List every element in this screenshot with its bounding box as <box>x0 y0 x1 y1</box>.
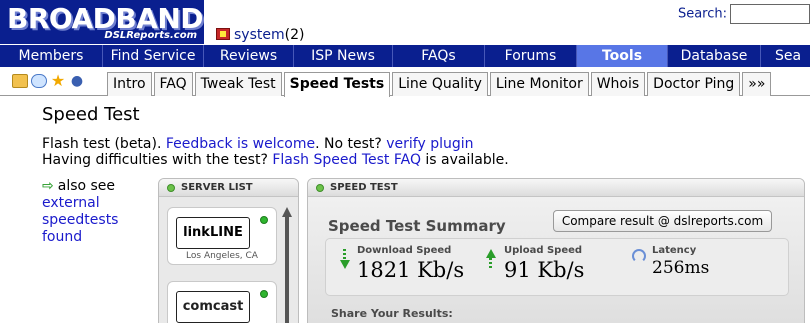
tab-intro[interactable]: Intro <box>107 72 152 96</box>
latency-value: 256ms <box>652 258 710 278</box>
toolbar-icons: ★ ● <box>12 73 85 89</box>
status-dot-icon <box>167 184 175 192</box>
feedback-link[interactable]: Feedback is welcome <box>166 136 315 152</box>
scroll-track[interactable] <box>285 217 289 323</box>
intro-text-d: is available. <box>420 152 509 168</box>
also-see: ⇨ also see external speedtests found <box>42 178 152 246</box>
search-area: Search: <box>678 4 810 24</box>
tab-speed-tests[interactable]: Speed Tests <box>283 72 391 97</box>
scroll-up-icon[interactable] <box>282 207 292 217</box>
share-results-label: Share Your Results: <box>331 307 453 320</box>
intro-text-b: . No test? <box>315 136 387 152</box>
page-title: Speed Test <box>42 104 140 125</box>
upload-metric: Upload Speed 91 Kb/s <box>504 245 584 282</box>
intro-line-1: Flash test (beta). Feedback is welcome. … <box>42 136 509 152</box>
tab-tweak-test[interactable]: Tweak Test <box>194 72 282 96</box>
download-metric: Download Speed 1821 Kb/s <box>357 245 464 282</box>
nav-item-database[interactable]: Database <box>667 45 760 67</box>
tool-tabs: Intro FAQ Tweak Test Speed Tests Line Qu… <box>107 72 773 97</box>
tab-whois[interactable]: Whois <box>590 72 646 96</box>
server-online-icon <box>260 216 268 224</box>
download-value: 1821 Kb/s <box>357 258 465 282</box>
server-list-scrollbar[interactable] <box>282 207 292 323</box>
upload-icon <box>486 249 496 269</box>
user-count: (2) <box>284 27 305 43</box>
speed-test-faq-link[interactable]: Flash Speed Test FAQ <box>272 152 421 168</box>
nav-item-tools[interactable]: Tools <box>576 45 667 67</box>
server-logo: comcast <box>176 291 250 323</box>
sub-nav: ★ ● Intro FAQ Tweak Test Speed Tests Lin… <box>0 70 810 97</box>
latency-metric: Latency 256ms <box>652 245 709 278</box>
nav-item-find-service[interactable]: Find Service <box>102 45 203 67</box>
compare-result-button[interactable]: Compare result @ dslreports.com <box>553 210 772 232</box>
user-icon[interactable]: ● <box>69 74 85 88</box>
speed-test-panel: SPEED TEST Speed Test Summary Compare re… <box>307 178 805 323</box>
tab-faq[interactable]: FAQ <box>153 72 193 96</box>
star-icon[interactable]: ★ <box>50 73 66 89</box>
tab-doctor-ping[interactable]: Doctor Ping <box>647 72 741 96</box>
nav-item-isp-news[interactable]: ISP News <box>293 45 392 67</box>
main-nav: Members Find Service Reviews ISP News FA… <box>0 45 810 67</box>
speed-test-header: SPEED TEST <box>308 179 804 197</box>
latency-label: Latency <box>652 245 697 256</box>
user-badge-icon <box>216 28 230 40</box>
nav-item-faqs[interactable]: FAQs <box>392 45 484 67</box>
search-input[interactable] <box>730 4 810 24</box>
intro-text-a: Flash test (beta). <box>42 136 166 152</box>
site-logo[interactable]: BROADBAND DSLReports.com <box>0 0 204 44</box>
also-see-label: also see <box>57 178 116 194</box>
arrow-right-icon: ⇨ <box>42 178 54 194</box>
intro-line-2: Having difficulties with the test? Flash… <box>42 152 509 168</box>
summary-title: Speed Test Summary <box>328 217 506 235</box>
comment-icon[interactable] <box>31 74 47 88</box>
server-city: Los Angeles, CA <box>186 251 258 261</box>
server-list-header: SERVER LIST <box>159 179 298 197</box>
nav-item-members[interactable]: Members <box>0 45 102 67</box>
server-card-comcast[interactable]: comcast <box>167 281 277 323</box>
tab-line-monitor[interactable]: Line Monitor <box>489 72 589 96</box>
speed-test-title: SPEED TEST <box>330 182 398 193</box>
speed-test-body: Speed Test Summary Compare result @ dslr… <box>308 197 804 323</box>
status-dot-icon <box>316 184 324 192</box>
server-card-linkline[interactable]: linkLINE Los Angeles, CA <box>167 207 277 265</box>
logo-subtext: DSLReports.com <box>104 30 197 41</box>
user-name: system <box>234 27 285 43</box>
nav-item-forums[interactable]: Forums <box>484 45 576 67</box>
intro-text: Flash test (beta). Feedback is welcome. … <box>42 136 509 168</box>
nav-item-reviews[interactable]: Reviews <box>203 45 293 67</box>
server-online-icon <box>260 290 268 298</box>
download-label: Download Speed <box>357 245 452 256</box>
folder-icon[interactable] <box>12 74 28 88</box>
verify-plugin-link[interactable]: verify plugin <box>386 136 473 152</box>
tab-more[interactable]: »» <box>742 72 772 96</box>
latency-icon <box>632 249 646 263</box>
search-label: Search: <box>677 6 727 22</box>
upload-label: Upload Speed <box>504 245 583 256</box>
nav-item-search[interactable]: Sea <box>760 45 810 67</box>
results-box: Download Speed 1821 Kb/s Upload Speed 91… <box>325 238 789 296</box>
server-logo: linkLINE <box>176 217 250 249</box>
server-list-panel: SERVER LIST linkLINE Los Angeles, CA com… <box>158 178 299 323</box>
download-icon <box>340 249 350 269</box>
user-link[interactable]: system(2) <box>216 27 304 43</box>
external-speedtests-link[interactable]: external speedtests found <box>42 195 118 245</box>
upload-value: 91 Kb/s <box>504 258 585 282</box>
intro-text-c: Having difficulties with the test? <box>42 152 273 168</box>
tab-line-quality[interactable]: Line Quality <box>392 72 488 96</box>
server-list-title: SERVER LIST <box>181 182 253 193</box>
